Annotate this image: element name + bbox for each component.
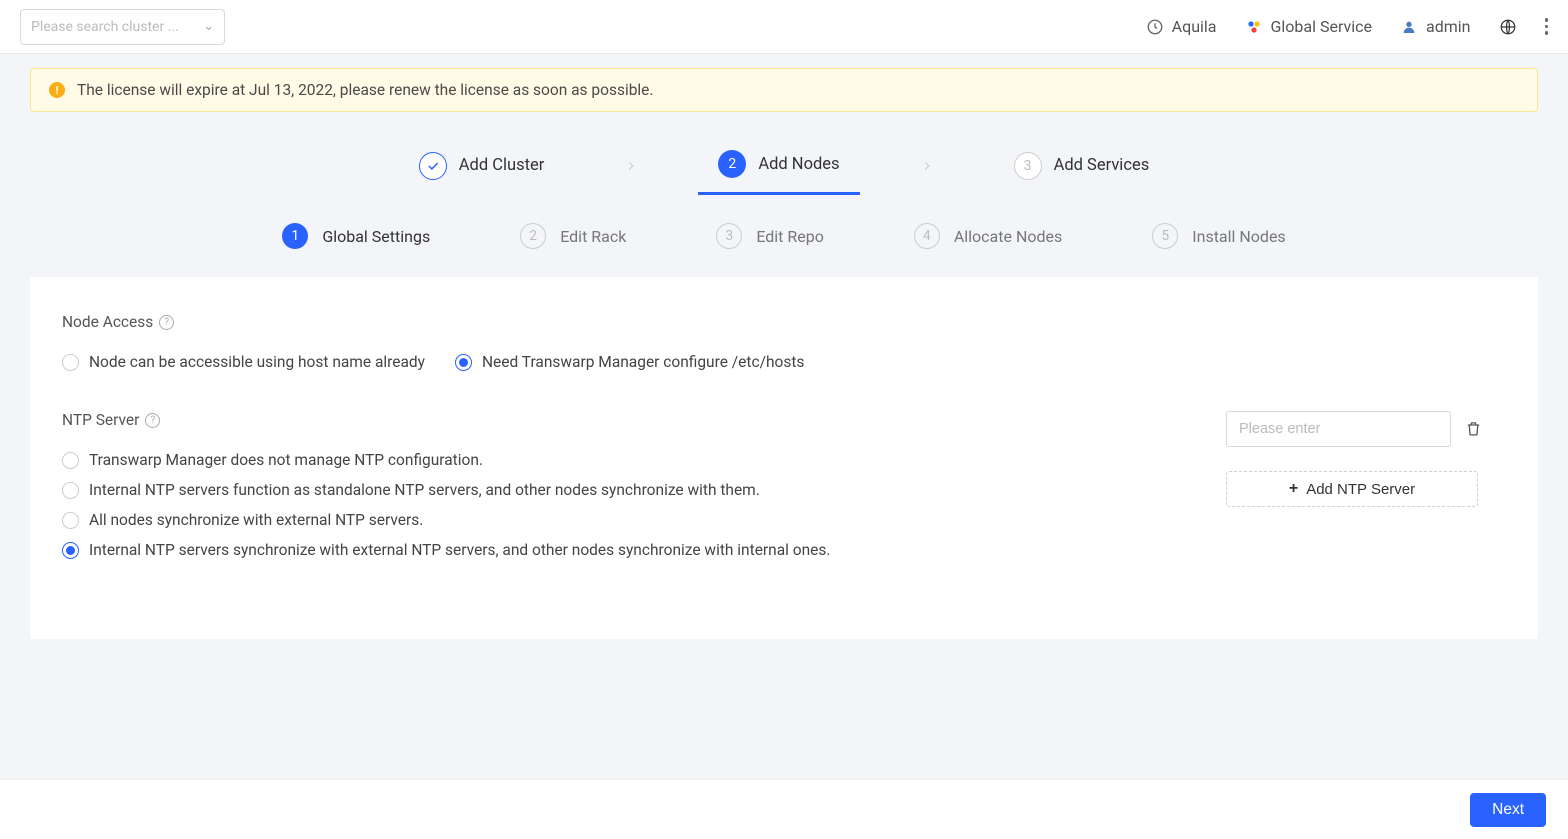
step-label: Add Services xyxy=(1054,156,1150,175)
globe-icon xyxy=(1499,18,1517,36)
sub-wizard-steps: 1 Global Settings 2 Edit Rack 3 Edit Rep… xyxy=(30,195,1538,277)
step-circle-pending: 3 xyxy=(1014,152,1042,180)
substep-label: Edit Repo xyxy=(756,227,824,246)
ntp-server-input[interactable] xyxy=(1226,411,1451,447)
add-ntp-server-button[interactable]: + Add NTP Server xyxy=(1226,471,1478,507)
node-access-options: Node can be accessible using host name a… xyxy=(62,353,1506,371)
radio-label: All nodes synchronize with external NTP … xyxy=(89,511,423,529)
radio-indicator xyxy=(62,354,79,371)
header-right: Aquila Global Service admin xyxy=(1146,17,1548,36)
globe-button[interactable] xyxy=(1499,18,1517,36)
substep-edit-repo[interactable]: 3 Edit Repo xyxy=(716,223,824,249)
radio-label: Need Transwarp Manager configure /etc/ho… xyxy=(482,353,804,371)
substep-edit-rack[interactable]: 2 Edit Rack xyxy=(520,223,626,249)
step-add-services[interactable]: 3 Add Services xyxy=(994,142,1170,194)
section-title-text: NTP Server xyxy=(62,411,139,429)
aquila-icon xyxy=(1146,18,1164,36)
substep-label: Global Settings xyxy=(322,227,430,246)
warning-icon: ! xyxy=(49,82,65,98)
ntp-server-title: NTP Server ? xyxy=(62,411,1156,429)
radio-label: Transwarp Manager does not manage NTP co… xyxy=(89,451,483,469)
substep-circle: 1 xyxy=(282,223,308,249)
step-label: Add Cluster xyxy=(459,156,545,175)
node-access-title: Node Access ? xyxy=(62,313,1506,331)
radio-ntp-external[interactable]: All nodes synchronize with external NTP … xyxy=(62,511,1156,529)
radio-ntp-unmanaged[interactable]: Transwarp Manager does not manage NTP co… xyxy=(62,451,1156,469)
step-circle-done xyxy=(419,152,447,180)
radio-label: Internal NTP servers function as standal… xyxy=(89,481,760,499)
ntp-server-input-row xyxy=(1226,411,1506,447)
radio-ntp-internal-standalone[interactable]: Internal NTP servers function as standal… xyxy=(62,481,1156,499)
substep-label: Install Nodes xyxy=(1192,227,1285,246)
substep-allocate-nodes[interactable]: 4 Allocate Nodes xyxy=(914,223,1062,249)
plus-icon: + xyxy=(1289,480,1298,498)
substep-label: Allocate Nodes xyxy=(954,227,1062,246)
header-bar: Please search cluster ... ⌄ Aquila Globa… xyxy=(0,0,1568,54)
warning-text: The license will expire at Jul 13, 2022,… xyxy=(77,81,654,99)
main-wizard-steps: Add Cluster 2 Add Nodes 3 Add Services xyxy=(30,132,1538,195)
user-label: admin xyxy=(1426,17,1470,36)
substep-circle: 4 xyxy=(914,223,940,249)
substep-label: Edit Rack xyxy=(560,227,626,246)
radio-label: Node can be accessible using host name a… xyxy=(89,353,425,371)
radio-indicator xyxy=(62,512,79,529)
substep-circle: 3 xyxy=(716,223,742,249)
step-label: Add Nodes xyxy=(758,155,839,174)
radio-configure-hosts[interactable]: Need Transwarp Manager configure /etc/ho… xyxy=(455,353,804,371)
aquila-link[interactable]: Aquila xyxy=(1146,17,1217,36)
radio-indicator xyxy=(62,482,79,499)
chevron-right-icon xyxy=(564,158,698,177)
substep-install-nodes[interactable]: 5 Install Nodes xyxy=(1152,223,1285,249)
user-icon xyxy=(1400,18,1418,36)
chevron-right-icon xyxy=(860,158,994,177)
next-button[interactable]: Next xyxy=(1470,793,1546,827)
user-menu[interactable]: admin xyxy=(1400,17,1470,36)
ntp-section: NTP Server ? Transwarp Manager does not … xyxy=(62,411,1506,559)
global-service-link[interactable]: Global Service xyxy=(1245,17,1373,36)
substep-global-settings[interactable]: 1 Global Settings xyxy=(282,223,430,249)
global-service-label: Global Service xyxy=(1271,17,1373,36)
step-add-cluster[interactable]: Add Cluster xyxy=(399,142,565,194)
search-placeholder: Please search cluster ... xyxy=(31,19,179,35)
delete-icon[interactable] xyxy=(1465,420,1483,438)
ntp-options: Transwarp Manager does not manage NTP co… xyxy=(62,451,1156,559)
section-title-text: Node Access xyxy=(62,313,153,331)
aquila-label: Aquila xyxy=(1172,17,1217,36)
chevron-down-icon: ⌄ xyxy=(203,19,214,34)
footer-bar: Next xyxy=(0,779,1568,839)
radio-indicator xyxy=(455,354,472,371)
substep-circle: 5 xyxy=(1152,223,1178,249)
radio-indicator xyxy=(62,542,79,559)
cluster-search-dropdown[interactable]: Please search cluster ... ⌄ xyxy=(20,9,225,45)
more-menu[interactable] xyxy=(1545,18,1549,35)
step-circle-current: 2 xyxy=(718,150,746,178)
settings-card: Node Access ? Node can be accessible usi… xyxy=(30,277,1538,639)
global-service-icon xyxy=(1245,18,1263,36)
substep-circle: 2 xyxy=(520,223,546,249)
radio-hostname-accessible[interactable]: Node can be accessible using host name a… xyxy=(62,353,425,371)
step-add-nodes[interactable]: 2 Add Nodes xyxy=(698,140,859,195)
license-warning: ! The license will expire at Jul 13, 202… xyxy=(30,68,1538,112)
help-icon[interactable]: ? xyxy=(159,315,174,330)
radio-ntp-hybrid[interactable]: Internal NTP servers synchronize with ex… xyxy=(62,541,1156,559)
page-body: ! The license will expire at Jul 13, 202… xyxy=(0,54,1568,779)
radio-label: Internal NTP servers synchronize with ex… xyxy=(89,541,830,559)
help-icon[interactable]: ? xyxy=(145,413,160,428)
add-ntp-label: Add NTP Server xyxy=(1306,481,1415,498)
radio-indicator xyxy=(62,452,79,469)
